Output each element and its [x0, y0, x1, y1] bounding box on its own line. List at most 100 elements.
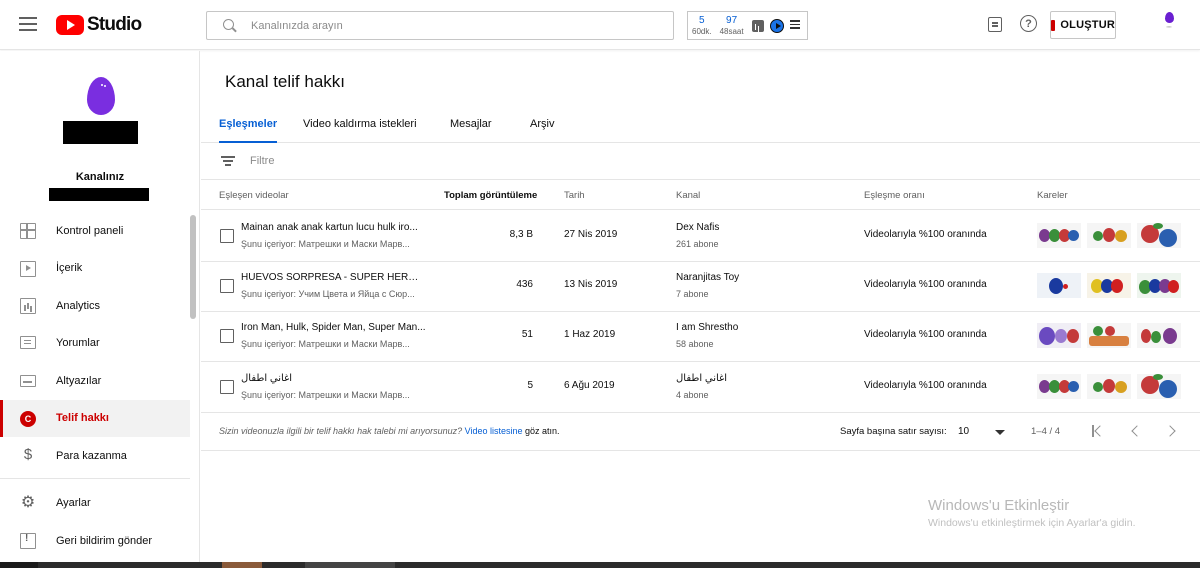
- frame-thumbnail[interactable]: [1137, 323, 1181, 348]
- rows-per-page-select[interactable]: 10: [958, 426, 969, 437]
- footer-note-suffix: göz atın.: [525, 426, 560, 436]
- top-header: Studio 5 60dk. 97 48saat ? OLUŞTUR ▪▪▪▪: [0, 0, 1200, 50]
- play-badge-icon[interactable]: [769, 18, 784, 33]
- video-title[interactable]: Mainan anak anak kartun lucu hulk iro...: [241, 222, 426, 233]
- filter-icon[interactable]: [221, 156, 235, 166]
- create-button[interactable]: OLUŞTUR: [1050, 11, 1116, 39]
- frame-thumbnail[interactable]: [1087, 223, 1131, 248]
- video-date: 27 Nis 2019: [564, 229, 618, 240]
- channel-name[interactable]: اغاني اطفال: [676, 373, 727, 384]
- row-checkbox[interactable]: [220, 229, 234, 243]
- video-date: 13 Nis 2019: [564, 279, 618, 290]
- avatar-egg-icon: [1164, 12, 1174, 23]
- watermark-subtitle: Windows'u etkinleştirmek için Ayarlar'a …: [928, 517, 1136, 529]
- channel-subscribers: 4 abone: [676, 390, 709, 400]
- sidebar-item-dashboard[interactable]: Kontrol paneli: [0, 212, 190, 250]
- menu-lines-icon[interactable]: [789, 20, 800, 31]
- bar-chart-icon[interactable]: [751, 19, 764, 32]
- frame-thumbnails: [1037, 223, 1187, 248]
- video-title[interactable]: HUEVOS SORPRESA - SUPER HEROES ...: [241, 272, 426, 283]
- frame-thumbnail[interactable]: [1137, 374, 1181, 399]
- first-page-icon[interactable]: [1091, 424, 1105, 438]
- sidebar-item-send-feedback[interactable]: Geri bildirim gönder: [0, 522, 190, 560]
- tab-archive[interactable]: Arşiv: [530, 118, 554, 143]
- table-row[interactable]: اغاني اطفال Şunu içeriyor: Матрешки и Ма…: [201, 362, 1200, 413]
- stat-value: 97: [726, 14, 738, 26]
- row-checkbox[interactable]: [220, 329, 234, 343]
- row-checkbox[interactable]: [220, 380, 234, 394]
- frame-thumbnail[interactable]: [1037, 323, 1081, 348]
- sidebar-item-label: İçerik: [56, 262, 83, 275]
- prev-page-icon[interactable]: [1129, 424, 1143, 438]
- filter-label[interactable]: Filtre: [250, 155, 274, 167]
- pagination-range: 1–4 / 4: [1031, 426, 1061, 437]
- search-box[interactable]: [206, 11, 674, 40]
- help-icon[interactable]: ?: [1020, 15, 1037, 32]
- channel-name[interactable]: Naranjitas Toy: [676, 272, 739, 283]
- sidebar-scrollbar[interactable]: [190, 215, 196, 319]
- video-views: 436: [516, 279, 533, 290]
- channel-name[interactable]: Dex Nafis: [676, 222, 719, 233]
- search-icon: [223, 18, 237, 33]
- video-views: 8,3 B: [509, 229, 533, 240]
- sidebar-item-label: Telif hakkı: [56, 412, 109, 425]
- channel-avatar[interactable]: [87, 77, 115, 115]
- caret-down-icon[interactable]: [995, 430, 1005, 435]
- stat-label: 60dk.: [692, 26, 712, 36]
- sidebar-item-settings[interactable]: ⚙ Ayarlar: [0, 485, 190, 523]
- studio-logo[interactable]: Studio: [56, 13, 142, 37]
- table-row[interactable]: Iron Man, Hulk, Spider Man, Super Man...…: [201, 311, 1200, 362]
- feedback-icon[interactable]: [988, 17, 1002, 32]
- sidebar-item-copyright[interactable]: C Telif hakkı: [0, 399, 190, 437]
- channel-subscribers: 58 abone: [676, 339, 714, 349]
- main-content: Kanal telif hakkı Eşleşmeler Video kaldı…: [201, 51, 1200, 568]
- video-date: 6 Ağu 2019: [564, 380, 615, 391]
- create-label: OLUŞTUR: [1060, 19, 1115, 31]
- tab-messages[interactable]: Mesajlar: [450, 118, 492, 143]
- page-title: Kanal telif hakkı: [225, 72, 346, 91]
- table-row[interactable]: Mainan anak anak kartun lucu hulk iro...…: [201, 211, 1200, 262]
- sidebar-item-subtitles[interactable]: Altyazılar: [0, 362, 190, 400]
- frame-thumbnail[interactable]: [1137, 223, 1181, 248]
- table-footer: Sizin videonuzla ilgili bir telif hakkı …: [201, 413, 1200, 451]
- dashboard-icon: [20, 223, 36, 239]
- stat-label: 48saat: [719, 26, 744, 36]
- frame-thumbnail[interactable]: [1037, 374, 1081, 399]
- sidebar-item-analytics[interactable]: Analytics: [0, 287, 190, 325]
- stat-48h: 97 48saat: [719, 14, 744, 36]
- frame-thumbnail[interactable]: [1087, 323, 1131, 348]
- sidebar-item-label: Altyazılar: [56, 374, 102, 387]
- video-date: 1 Haz 2019: [564, 329, 616, 340]
- row-checkbox[interactable]: [220, 279, 234, 293]
- sidebar-item-content[interactable]: İçerik: [0, 250, 190, 288]
- youtube-play-icon: [56, 15, 84, 35]
- next-page-icon[interactable]: [1165, 424, 1179, 438]
- video-views: 5: [527, 380, 533, 391]
- logo-text: Studio: [87, 14, 142, 35]
- filter-bar[interactable]: Filtre: [201, 143, 1200, 180]
- tab-matches[interactable]: Eşleşmeler: [219, 118, 278, 143]
- channel-name[interactable]: I am Shrestho: [676, 322, 738, 333]
- video-title[interactable]: اغاني اطفال: [241, 373, 426, 384]
- tab-takedown-requests[interactable]: Video kaldırma istekleri: [303, 118, 417, 143]
- frame-thumbnail[interactable]: [1037, 273, 1081, 298]
- redacted-block: [63, 121, 138, 144]
- column-header-views[interactable]: Toplam görüntüleme: [444, 190, 537, 201]
- hamburger-menu-icon[interactable]: [19, 17, 37, 31]
- frame-thumbnail[interactable]: [1087, 374, 1131, 399]
- frame-thumbnail[interactable]: [1137, 273, 1181, 298]
- account-avatar[interactable]: ▪▪▪▪: [1158, 12, 1180, 38]
- frame-thumbnail[interactable]: [1087, 273, 1131, 298]
- column-header-date[interactable]: Tarih: [564, 190, 585, 201]
- video-title[interactable]: Iron Man, Hulk, Spider Man, Super Man...: [241, 322, 426, 333]
- video-list-link[interactable]: Video listesine: [465, 426, 523, 436]
- sidebar-item-label: Analytics: [56, 299, 101, 312]
- sidebar-item-comments[interactable]: Yorumlar: [0, 325, 190, 363]
- frame-thumbnail[interactable]: [1037, 223, 1081, 248]
- channel-subscribers: 261 abone: [676, 239, 719, 249]
- realtime-stats-widget[interactable]: 5 60dk. 97 48saat: [687, 11, 808, 40]
- table-row[interactable]: HUEVOS SORPRESA - SUPER HEROES ... Şunu …: [201, 261, 1200, 312]
- sidebar-item-monetization[interactable]: $ Para kazanma: [0, 437, 190, 475]
- watermark-title: Windows'u Etkinleştir: [928, 497, 1070, 514]
- search-input[interactable]: [251, 19, 651, 32]
